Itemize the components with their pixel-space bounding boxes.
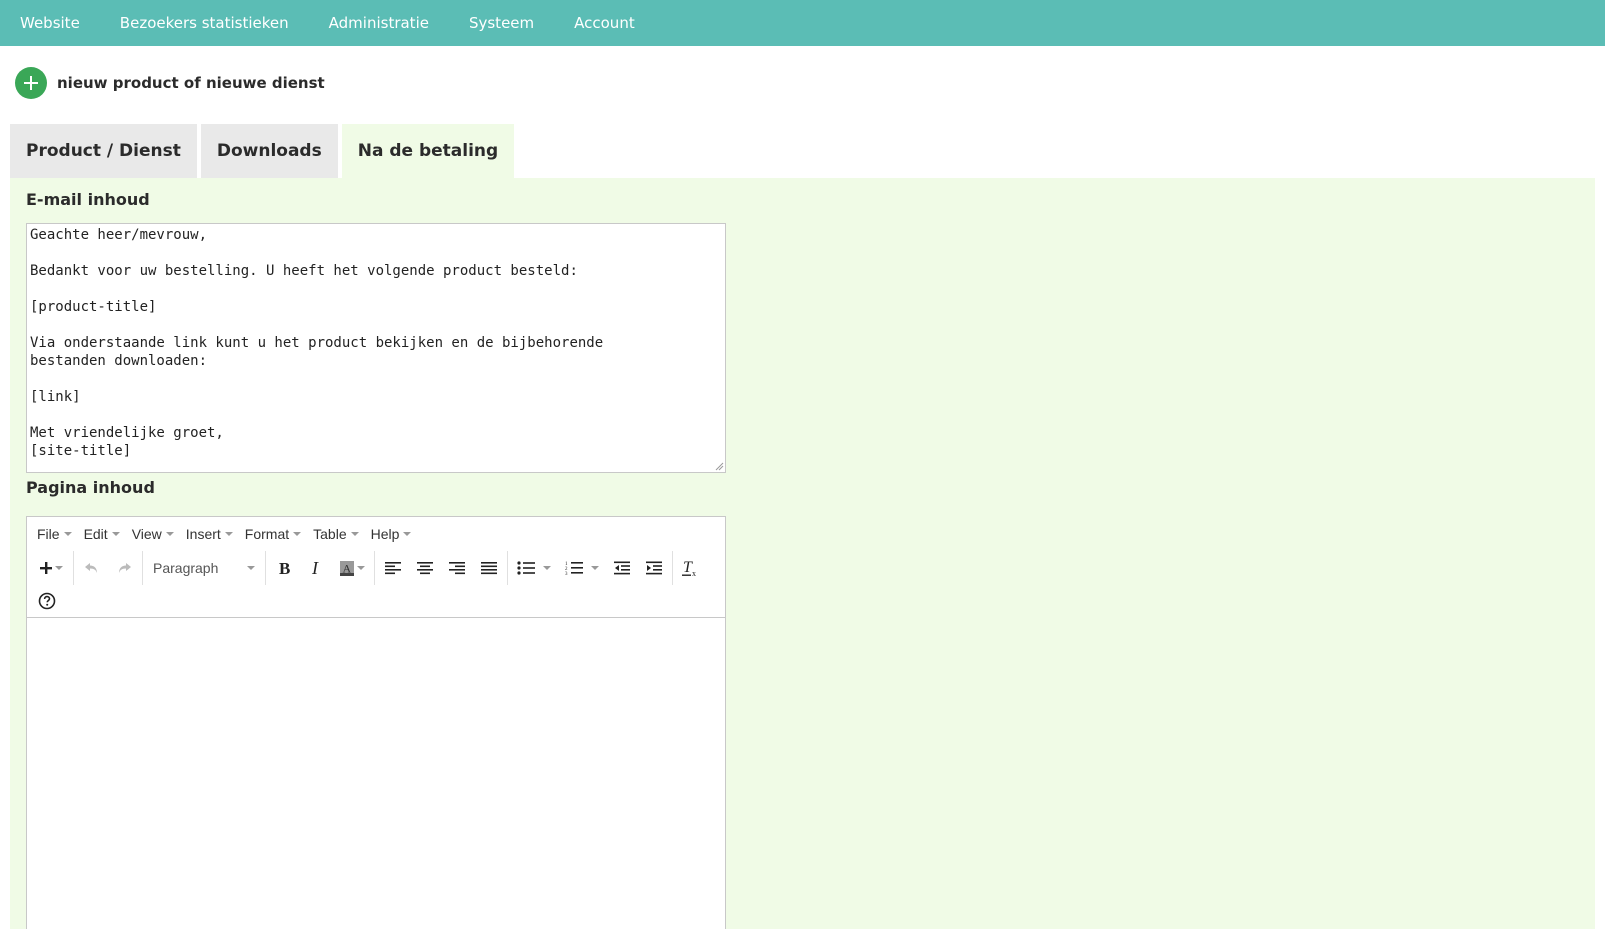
italic-icon: I bbox=[311, 560, 319, 576]
numbered-list-icon: 123 bbox=[565, 562, 583, 576]
toolbar-divider bbox=[265, 551, 266, 585]
nav-item-account[interactable]: Account bbox=[554, 0, 655, 46]
toolbar-divider bbox=[507, 551, 508, 585]
outdent-button[interactable] bbox=[606, 553, 638, 583]
toolbar-divider bbox=[672, 551, 673, 585]
align-right-button[interactable] bbox=[441, 553, 473, 583]
indent-button[interactable] bbox=[638, 553, 670, 583]
menu-help-label: Help bbox=[370, 526, 400, 542]
redo-button[interactable] bbox=[108, 553, 140, 583]
clear-formatting-button[interactable]: Tx bbox=[675, 553, 707, 583]
align-center-button[interactable] bbox=[409, 553, 441, 583]
bullet-list-icon bbox=[517, 561, 535, 575]
svg-text:3: 3 bbox=[565, 572, 568, 576]
chevron-down-icon bbox=[591, 566, 599, 570]
numbered-list-button[interactable]: 123 bbox=[558, 553, 606, 583]
bold-icon: B bbox=[279, 560, 290, 576]
plus-circle-icon bbox=[24, 76, 38, 90]
menu-format[interactable]: Format bbox=[239, 526, 307, 542]
text-color-icon: A bbox=[340, 561, 354, 576]
page-content-label: Pagina inhoud bbox=[26, 478, 155, 497]
tab-bar: Product / Dienst Downloads Na de betalin… bbox=[10, 124, 518, 178]
chevron-down-icon bbox=[293, 532, 302, 536]
editor-toolbar-row-2 bbox=[27, 585, 725, 618]
tab-panel-na-de-betaling: E-mail inhoud Geachte heer/mevrouw, Beda… bbox=[10, 178, 1595, 930]
indent-icon bbox=[646, 561, 662, 575]
chevron-down-icon bbox=[165, 532, 174, 536]
bullet-list-button[interactable] bbox=[510, 553, 558, 583]
resize-handle-icon[interactable] bbox=[714, 461, 724, 471]
menu-help[interactable]: Help bbox=[365, 526, 418, 542]
toolbar-divider bbox=[374, 551, 375, 585]
svg-text:x: x bbox=[692, 569, 696, 577]
menu-format-label: Format bbox=[244, 526, 290, 542]
rich-text-editor: File Edit View Insert Format Table Help … bbox=[26, 516, 726, 930]
menu-view[interactable]: View bbox=[126, 526, 180, 542]
email-content-textarea[interactable]: Geachte heer/mevrouw, Bedankt voor uw be… bbox=[26, 223, 726, 473]
italic-button[interactable]: I bbox=[300, 553, 332, 583]
menu-edit-label: Edit bbox=[83, 526, 108, 542]
chevron-down-icon bbox=[357, 566, 365, 570]
insert-button[interactable] bbox=[31, 553, 71, 583]
chevron-down-icon bbox=[403, 532, 412, 536]
chevron-down-icon bbox=[55, 566, 63, 570]
redo-icon bbox=[119, 563, 131, 573]
nav-item-systeem[interactable]: Systeem bbox=[449, 0, 554, 46]
clear-formatting-icon: Tx bbox=[682, 559, 696, 577]
nav-item-bezoekers-statistieken[interactable]: Bezoekers statistieken bbox=[100, 0, 309, 46]
tab-na-de-betaling[interactable]: Na de betaling bbox=[341, 124, 515, 178]
undo-button[interactable] bbox=[76, 553, 108, 583]
insert-icon bbox=[40, 562, 52, 574]
editor-menubar: File Edit View Insert Format Table Help bbox=[27, 517, 725, 551]
block-format-value: Paragraph bbox=[153, 560, 219, 576]
align-justify-button[interactable] bbox=[473, 553, 505, 583]
chevron-down-icon bbox=[224, 532, 233, 536]
tab-downloads[interactable]: Downloads bbox=[200, 124, 338, 178]
menu-file[interactable]: File bbox=[31, 526, 78, 542]
chevron-down-icon bbox=[247, 566, 255, 570]
align-left-icon bbox=[385, 562, 401, 575]
editor-content-area[interactable] bbox=[27, 618, 725, 930]
toolbar-divider bbox=[73, 551, 74, 585]
align-justify-icon bbox=[481, 562, 497, 575]
chevron-down-icon bbox=[543, 566, 551, 570]
align-center-icon bbox=[417, 562, 433, 575]
bold-button[interactable]: B bbox=[268, 553, 300, 583]
help-button[interactable] bbox=[31, 586, 63, 616]
menu-view-label: View bbox=[131, 526, 162, 542]
menu-insert-label: Insert bbox=[185, 526, 221, 542]
top-navigation: Website Bezoekers statistieken Administr… bbox=[0, 0, 1605, 46]
menu-table[interactable]: Table bbox=[307, 526, 364, 542]
align-right-icon bbox=[449, 562, 465, 575]
svg-text:I: I bbox=[311, 560, 319, 576]
help-icon bbox=[38, 592, 56, 610]
undo-icon bbox=[85, 563, 97, 573]
toolbar-divider bbox=[142, 551, 143, 585]
menu-insert[interactable]: Insert bbox=[180, 526, 239, 542]
outdent-icon bbox=[614, 561, 630, 575]
page-title: nieuw product of nieuwe dienst bbox=[57, 74, 325, 92]
nav-item-administratie[interactable]: Administratie bbox=[309, 0, 449, 46]
chevron-down-icon bbox=[111, 532, 120, 536]
chevron-down-icon bbox=[350, 532, 359, 536]
tab-product-dienst[interactable]: Product / Dienst bbox=[10, 124, 197, 178]
add-button[interactable] bbox=[15, 67, 47, 99]
menu-file-label: File bbox=[37, 526, 60, 542]
editor-toolbar: Paragraph B I A 1 2 3 T x bbox=[27, 551, 725, 585]
page-header: nieuw product of nieuwe dienst bbox=[15, 67, 325, 99]
menu-edit[interactable]: Edit bbox=[78, 526, 126, 542]
text-color-button[interactable]: A bbox=[332, 553, 372, 583]
email-content-label: E-mail inhoud bbox=[26, 190, 150, 209]
nav-item-website[interactable]: Website bbox=[0, 0, 100, 46]
block-format-select[interactable]: Paragraph bbox=[145, 553, 263, 583]
align-left-button[interactable] bbox=[377, 553, 409, 583]
svg-text:B: B bbox=[279, 560, 290, 576]
chevron-down-icon bbox=[63, 532, 72, 536]
menu-table-label: Table bbox=[313, 526, 347, 542]
